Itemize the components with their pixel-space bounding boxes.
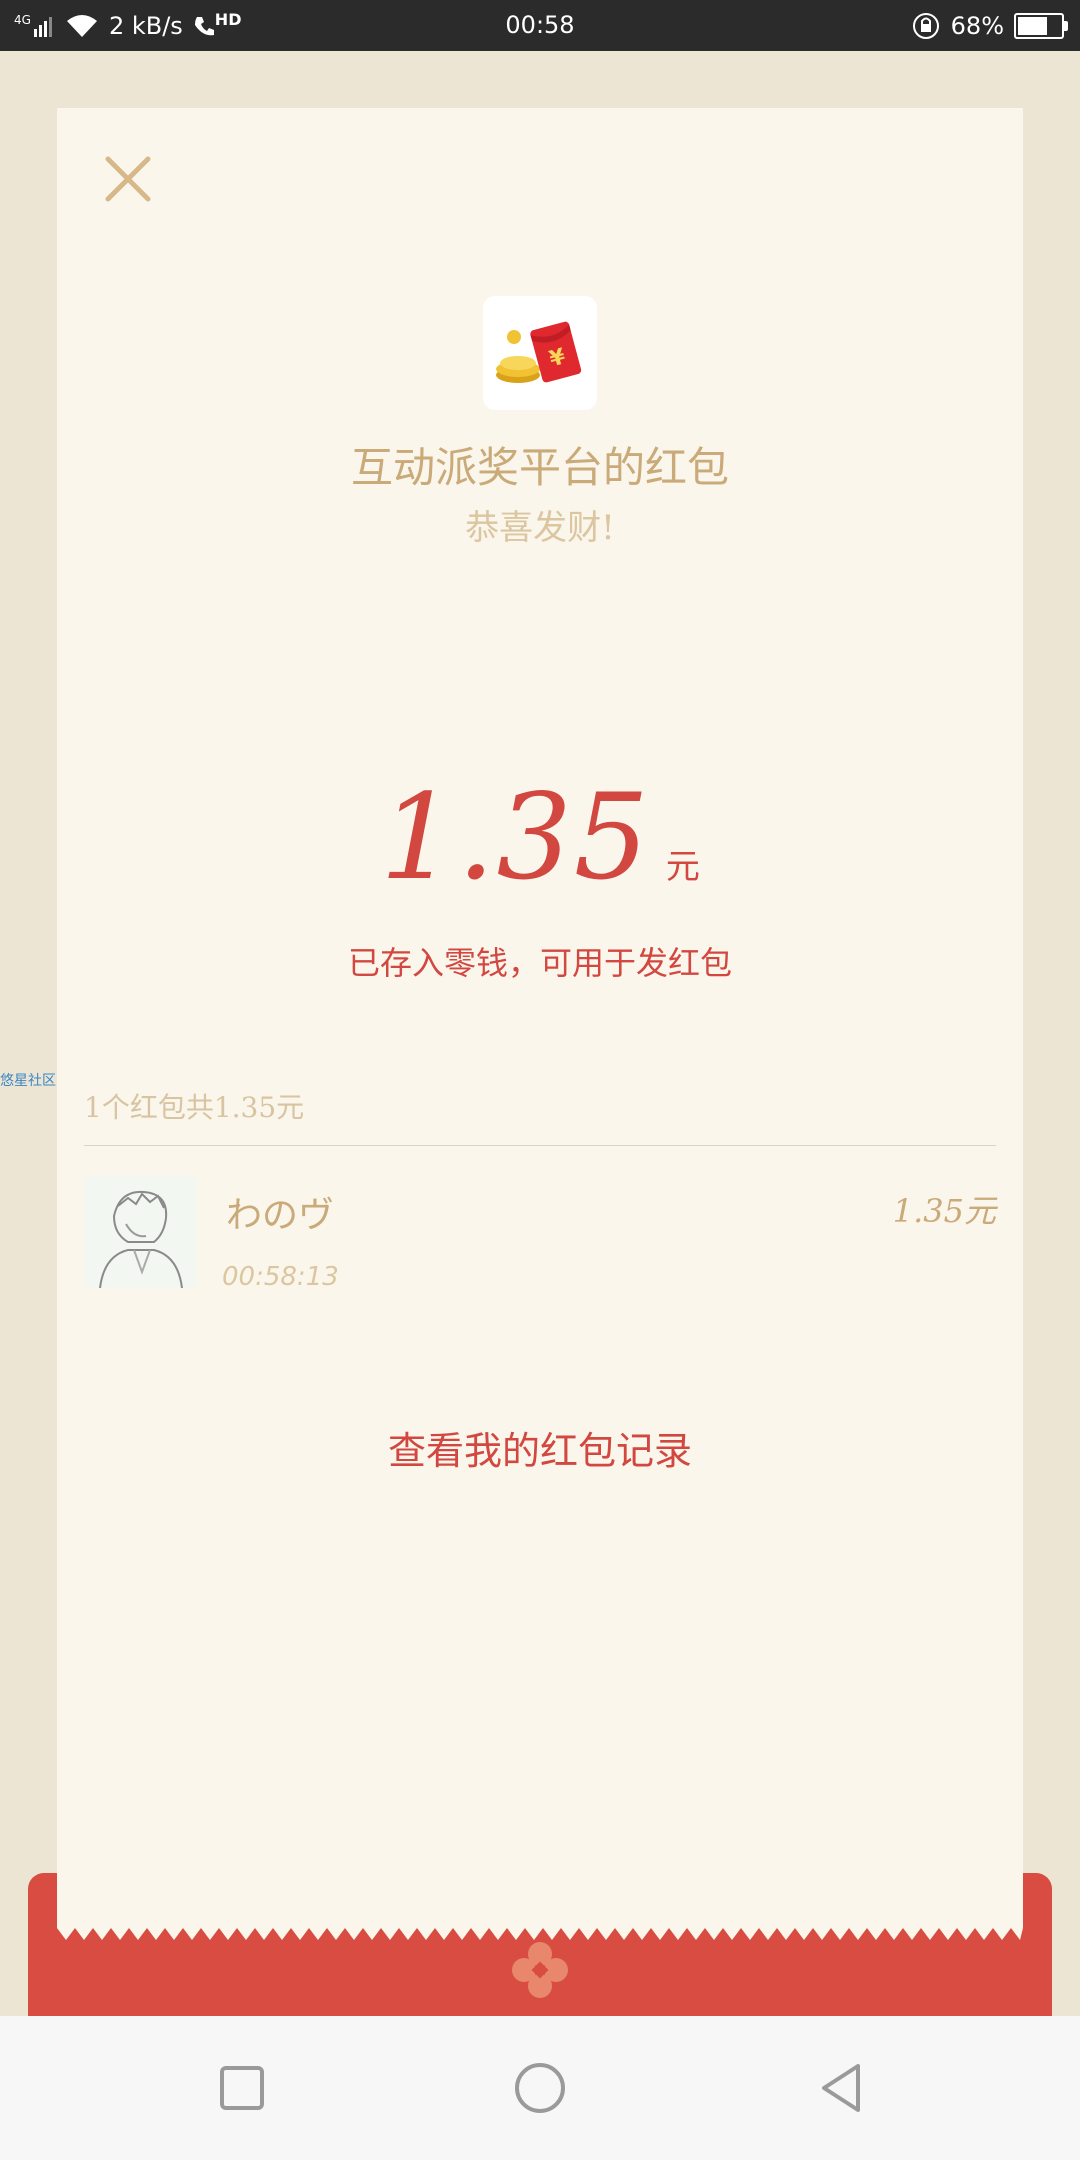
close-button[interactable] (93, 144, 163, 214)
torn-edge (57, 1910, 1023, 1940)
battery-icon (1014, 12, 1068, 39)
divider (84, 1145, 996, 1146)
avatar-sketch-icon (84, 1176, 196, 1288)
list-item[interactable]: わのヴ 00:58:13 1.35元 (84, 1176, 996, 1296)
saved-to-wallet-note: 已存入零钱，可用于发红包 (347, 944, 732, 982)
received-time: 00:58:13 (222, 1262, 339, 1292)
triangle-back-icon (822, 2064, 860, 2112)
received-amount: 1.35元 (892, 1192, 996, 1230)
recipient-name: わのヴ (226, 1195, 335, 1236)
amount-display: 1.35 元 (57, 768, 1023, 906)
avatar (84, 1176, 196, 1288)
battery-percent: 68% (950, 11, 1004, 40)
view-my-records-link[interactable]: 查看我的红包记录 (57, 1420, 1023, 1475)
red-envelope-coins-icon: ¥ (496, 321, 582, 383)
amount-value: 1.35 (380, 768, 651, 906)
back-button[interactable] (812, 2058, 872, 2118)
side-label: 悠星社区 (0, 1073, 56, 1089)
battery-fill (1018, 16, 1047, 35)
status-right: 68% (911, 0, 1068, 51)
rotation-lock-icon (912, 12, 939, 39)
flower-seal-icon (512, 1942, 568, 1998)
system-nav-bar (0, 2016, 1080, 2160)
circle-icon (515, 2063, 565, 2113)
square-icon (220, 2066, 264, 2110)
close-icon (105, 156, 151, 202)
sender-title: 互动派奖平台的红包 (350, 443, 729, 492)
app-logo: ¥ (483, 296, 597, 410)
greeting: 恭喜发财! (465, 508, 615, 548)
recent-apps-button[interactable] (212, 2058, 272, 2118)
home-button[interactable] (510, 2058, 570, 2118)
amount-unit: 元 (665, 847, 700, 887)
status-bar: 4G 2 kB/s HD 00:58 68% (0, 0, 1080, 51)
red-packet-detail-card: ¥ 互动派奖平台的红包 恭喜发财! 1.35 元 已存入零钱，可用于发红包 1个… (57, 108, 1023, 1928)
packet-summary: 1个红包共1.35元 (84, 1091, 305, 1124)
